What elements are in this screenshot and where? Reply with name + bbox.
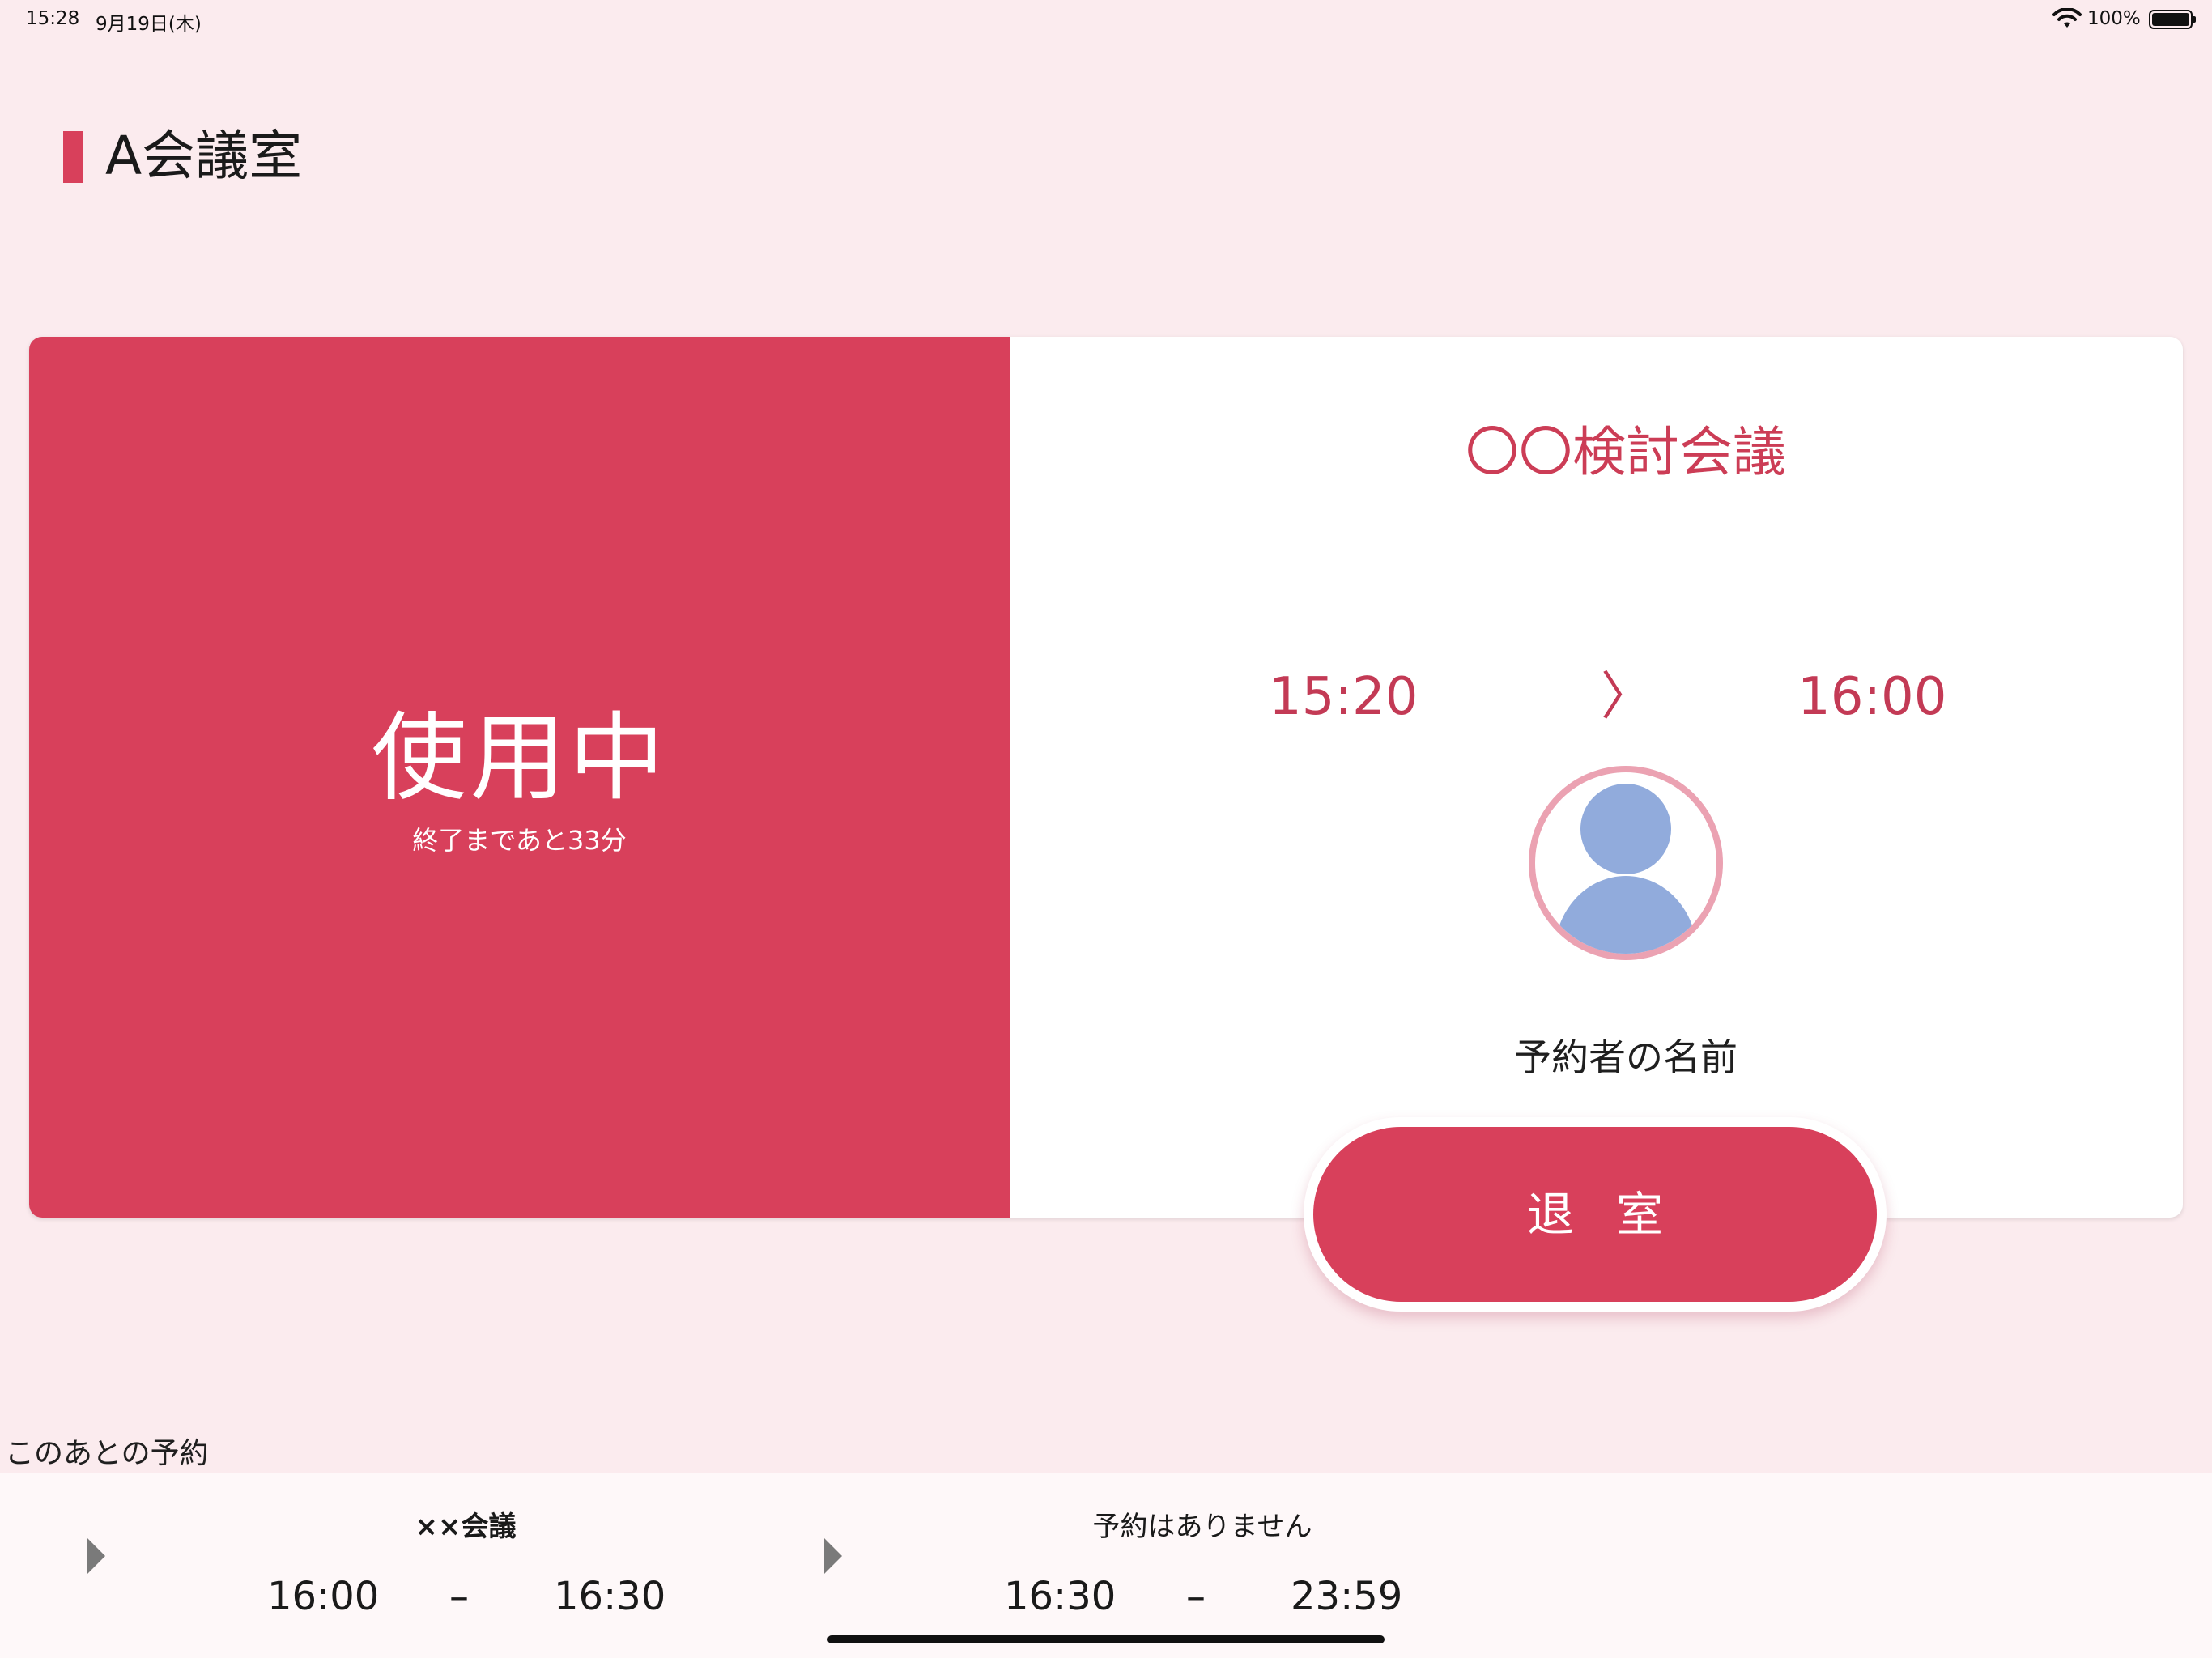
home-indicator[interactable] bbox=[827, 1635, 1385, 1643]
remaining-time-label: 終了まであと33分 bbox=[412, 825, 627, 856]
status-time: 15:28 bbox=[26, 8, 80, 29]
meeting-end-time: 16:00 bbox=[1797, 667, 1947, 727]
status-panel: 使用中 終了まであと33分 bbox=[29, 337, 1010, 1218]
chevron-right-icon: 〉 bbox=[1601, 667, 1653, 727]
avatar bbox=[1529, 766, 1723, 960]
upcoming-item-end: 23:59 bbox=[1291, 1574, 1403, 1619]
meeting-detail-panel: 〇〇検討会議 15:20 〉 16:00 予約者の名前 bbox=[1010, 337, 2183, 1218]
upcoming-item-end: 16:30 bbox=[554, 1574, 666, 1619]
user-icon bbox=[1555, 784, 1697, 954]
upcoming-list: ××会議 16:00 – 16:30 予約はありません 16:30 – 23:5… bbox=[0, 1473, 2212, 1658]
upcoming-item-title: 予約はありません bbox=[1092, 1511, 1312, 1543]
list-item[interactable]: 予約はありません 16:30 – 23:59 bbox=[737, 1473, 1474, 1658]
list-item[interactable]: ××会議 16:00 – 16:30 bbox=[0, 1473, 737, 1658]
meeting-start-time: 15:20 bbox=[1269, 667, 1419, 727]
upcoming-section-title: このあとの予約 bbox=[5, 1437, 209, 1470]
battery-percentage: 100% bbox=[2087, 8, 2141, 29]
upcoming-item-title: ××会議 bbox=[415, 1511, 517, 1543]
room-title: A会議室 bbox=[105, 125, 303, 187]
upcoming-item-dash: – bbox=[1186, 1574, 1206, 1619]
room-marker bbox=[63, 131, 83, 183]
booker-name: 予約者の名前 bbox=[1514, 1035, 1738, 1079]
upcoming-item-dash: – bbox=[449, 1574, 469, 1619]
checkout-button-label: 退室 bbox=[1313, 1127, 1877, 1302]
upcoming-item-start: 16:30 bbox=[1004, 1574, 1117, 1619]
upcoming-item-start: 16:00 bbox=[267, 1574, 380, 1619]
wifi-icon bbox=[2052, 7, 2082, 31]
battery-icon bbox=[2149, 10, 2196, 29]
meeting-title: 〇〇検討会議 bbox=[1465, 421, 1786, 483]
status-bar: 15:28 9月19日(木) 100% bbox=[0, 0, 2212, 39]
status-label: 使用中 bbox=[371, 702, 668, 814]
checkout-button[interactable]: 退室 bbox=[1304, 1117, 1887, 1312]
play-arrow-icon bbox=[87, 1538, 105, 1574]
play-arrow-icon bbox=[824, 1538, 842, 1574]
meeting-card: 使用中 終了まであと33分 〇〇検討会議 15:20 〉 16:00 予約者の名… bbox=[29, 337, 2183, 1218]
status-date: 9月19日(木) bbox=[96, 14, 202, 35]
